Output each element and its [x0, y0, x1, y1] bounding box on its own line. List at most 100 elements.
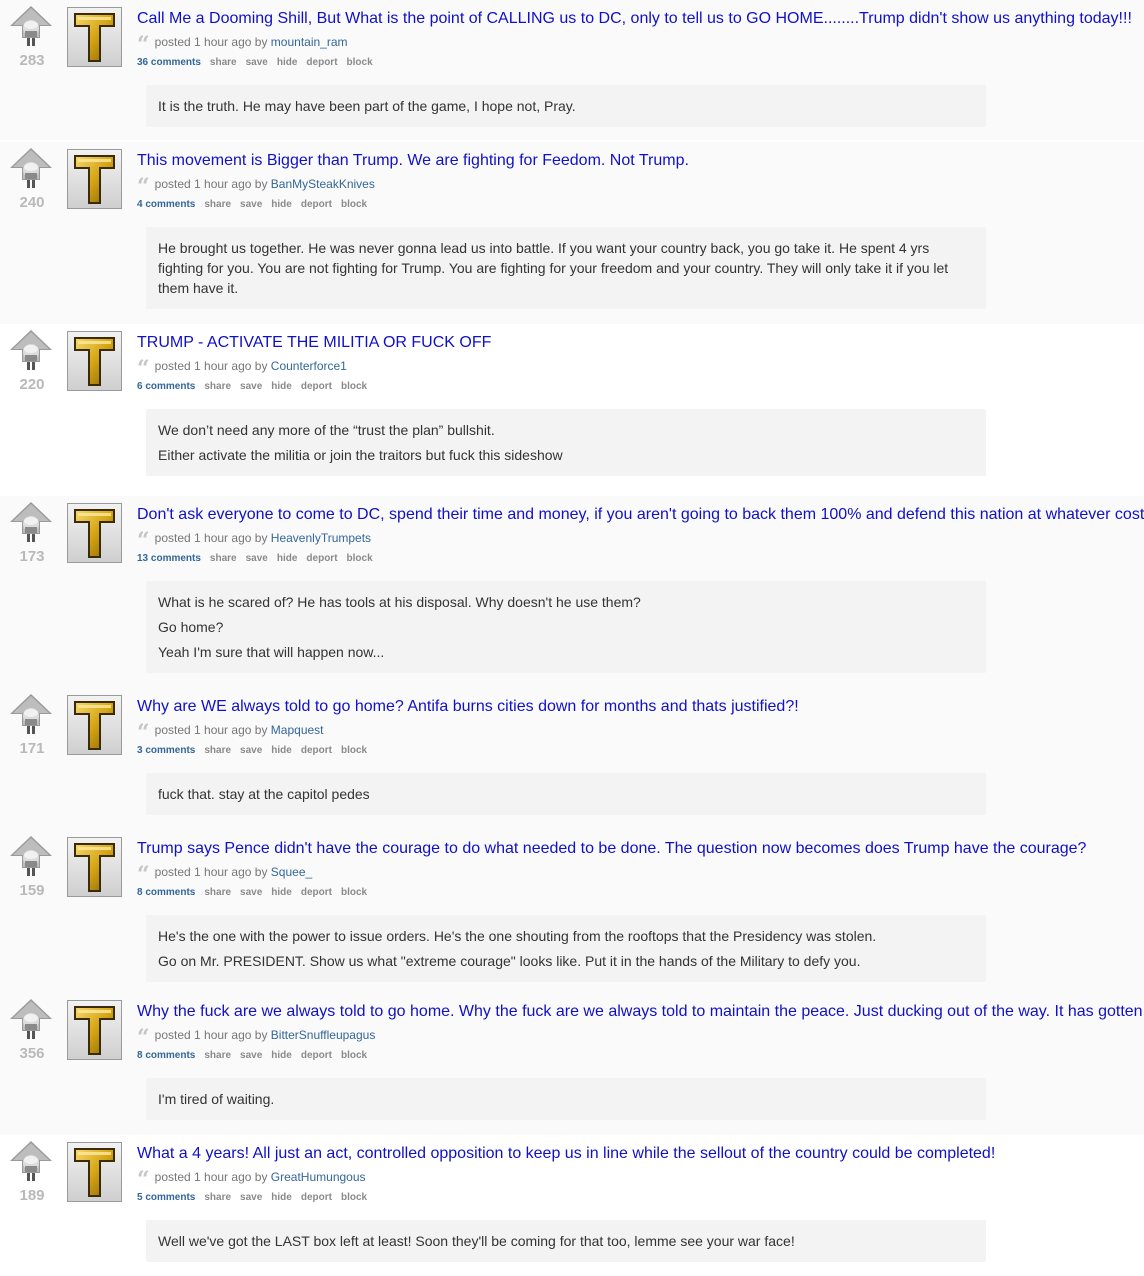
upvote-arrow-icon[interactable] [8, 997, 54, 1049]
deport-button[interactable]: deport [301, 1050, 332, 1061]
hide-button[interactable]: hide [271, 1050, 292, 1061]
gold-t-thumbnail-icon[interactable] [67, 695, 122, 755]
save-button[interactable]: save [240, 381, 262, 392]
post-actions: 36 comments share save hide deport block [137, 57, 382, 68]
comments-link[interactable]: 13 comments [137, 553, 201, 564]
author-link[interactable]: GreatHumungous [271, 1170, 366, 1184]
post-title-link[interactable]: TRUMP - ACTIVATE THE MILITIA OR FUCK OFF [137, 334, 491, 352]
share-button[interactable]: share [210, 57, 237, 68]
block-button[interactable]: block [347, 553, 373, 564]
comments-link[interactable]: 8 comments [137, 887, 195, 898]
upvote-arrow-icon[interactable] [8, 328, 54, 380]
upvote-arrow-icon[interactable] [8, 146, 54, 198]
hide-button[interactable]: hide [271, 745, 292, 756]
save-button[interactable]: save [240, 887, 262, 898]
gold-t-thumbnail-icon[interactable] [67, 7, 122, 67]
comments-link[interactable]: 5 comments [137, 1192, 195, 1203]
share-button[interactable]: share [204, 887, 231, 898]
upvote-arrow-icon[interactable] [8, 500, 54, 552]
comments-link[interactable]: 3 comments [137, 745, 195, 756]
deport-button[interactable]: deport [306, 57, 337, 68]
save-button[interactable]: save [240, 745, 262, 756]
deport-button[interactable]: deport [306, 553, 337, 564]
author-link[interactable]: HeavenlyTrumpets [271, 531, 371, 545]
deport-button[interactable]: deport [301, 887, 332, 898]
share-button[interactable]: share [204, 199, 231, 210]
score: 356 [19, 1045, 45, 1062]
upvote-arrow-icon[interactable] [8, 4, 54, 56]
by-label: by [254, 1028, 268, 1042]
post-body-paragraph: It is the truth. He may have been part o… [158, 98, 576, 114]
upvote-arrow-icon[interactable] [8, 834, 54, 886]
author-link[interactable]: mountain_ram [271, 35, 348, 49]
comments-link[interactable]: 4 comments [137, 199, 195, 210]
post-item: 240 This movement is Bigger than Trump. … [0, 142, 1144, 324]
posted-label: posted [154, 1028, 191, 1042]
save-button[interactable]: save [240, 1192, 262, 1203]
hide-button[interactable]: hide [277, 57, 298, 68]
author-link[interactable]: BitterSnuffleupagus [271, 1028, 376, 1042]
block-button[interactable]: block [341, 887, 367, 898]
deport-button[interactable]: deport [301, 199, 332, 210]
gold-t-thumbnail-icon[interactable] [67, 1142, 122, 1202]
upvote-arrow-icon[interactable] [8, 1139, 54, 1191]
post-title-link[interactable]: Trump says Pence didn't have the courage… [137, 840, 1086, 858]
post-title-link[interactable]: Don't ask everyone to come to DC, spend … [137, 506, 1144, 524]
post-title-link[interactable]: Call Me a Dooming Shill, But What is the… [137, 10, 1132, 28]
share-button[interactable]: share [204, 1192, 231, 1203]
share-button[interactable]: share [204, 1050, 231, 1061]
post-item: 356 Why the fuck are we always told to g… [0, 993, 1144, 1135]
save-button[interactable]: save [240, 1050, 262, 1061]
block-button[interactable]: block [341, 199, 367, 210]
block-button[interactable]: block [341, 1050, 367, 1061]
comments-link[interactable]: 8 comments [137, 1050, 195, 1061]
block-button[interactable]: block [347, 57, 373, 68]
post-body: He's the one with the power to issue ord… [146, 915, 986, 982]
gold-t-thumbnail-icon[interactable] [67, 1000, 122, 1060]
share-button[interactable]: share [204, 381, 231, 392]
author-link[interactable]: Counterforce1 [271, 359, 347, 373]
quote-icon: “ [137, 1167, 150, 1193]
comments-link[interactable]: 6 comments [137, 381, 195, 392]
deport-button[interactable]: deport [301, 381, 332, 392]
save-button[interactable]: save [246, 553, 268, 564]
post-body: What is he scared of? He has tools at hi… [146, 581, 986, 673]
deport-button[interactable]: deport [301, 1192, 332, 1203]
hide-button[interactable]: hide [271, 887, 292, 898]
post-title-link[interactable]: This movement is Bigger than Trump. We a… [137, 152, 689, 170]
block-button[interactable]: block [341, 745, 367, 756]
author-link[interactable]: Mapquest [271, 723, 324, 737]
post-title-link[interactable]: Why the fuck are we always told to go ho… [137, 1003, 1143, 1021]
gold-t-thumbnail-icon[interactable] [67, 837, 122, 897]
gold-t-thumbnail-icon[interactable] [67, 149, 122, 209]
post-body-paragraph: He's the one with the power to issue ord… [158, 928, 877, 944]
hide-button[interactable]: hide [271, 381, 292, 392]
author-link[interactable]: Squee_ [271, 865, 312, 879]
post-body-paragraph: Well we've got the LAST box left at leas… [158, 1233, 795, 1249]
hide-button[interactable]: hide [271, 1192, 292, 1203]
share-button[interactable]: share [210, 553, 237, 564]
deport-button[interactable]: deport [301, 745, 332, 756]
gold-t-thumbnail-icon[interactable] [67, 503, 122, 563]
post-meta: “ posted 1 hour ago by HeavenlyTrumpets [137, 530, 371, 552]
vote-column: 220 [8, 328, 56, 393]
save-button[interactable]: save [246, 57, 268, 68]
post-time: 1 hour ago [194, 865, 252, 879]
author-link[interactable]: BanMySteakKnives [271, 177, 375, 191]
save-button[interactable]: save [240, 199, 262, 210]
block-button[interactable]: block [341, 381, 367, 392]
share-button[interactable]: share [204, 745, 231, 756]
post-body: fuck that. stay at the capitol pedes [146, 773, 986, 815]
post-title-link[interactable]: Why are WE always told to go home? Antif… [137, 698, 799, 716]
score: 240 [19, 194, 45, 211]
block-button[interactable]: block [341, 1192, 367, 1203]
post-time: 1 hour ago [194, 531, 252, 545]
post-title-link[interactable]: What a 4 years! All just an act, control… [137, 1145, 995, 1163]
comments-link[interactable]: 36 comments [137, 57, 201, 68]
post-body: It is the truth. He may have been part o… [146, 85, 986, 127]
hide-button[interactable]: hide [271, 199, 292, 210]
score: 159 [19, 882, 45, 899]
hide-button[interactable]: hide [277, 553, 298, 564]
gold-t-thumbnail-icon[interactable] [67, 331, 122, 391]
upvote-arrow-icon[interactable] [8, 692, 54, 744]
